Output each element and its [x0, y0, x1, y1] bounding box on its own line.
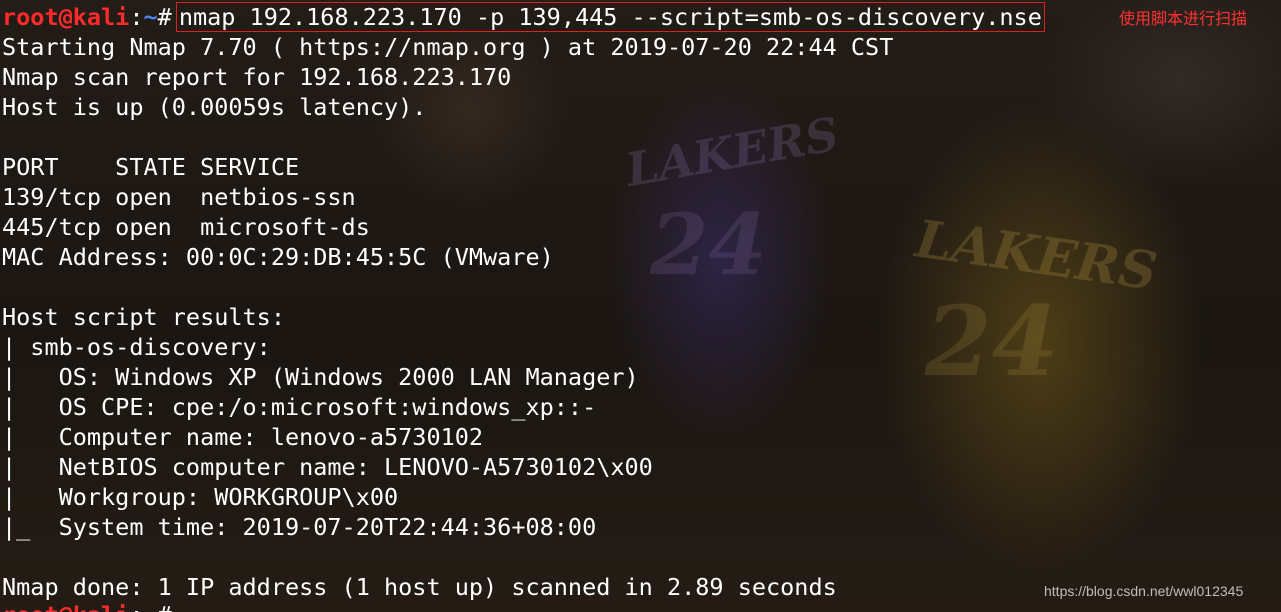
- output-line: | NetBIOS computer name: LENOVO-A5730102…: [2, 453, 653, 481]
- output-line: 445/tcp open microsoft-ds: [2, 213, 370, 241]
- output-line: | Workgroup: WORKGROUP\x00: [2, 483, 399, 511]
- terminal-window[interactable]: LAKERS 24 LAKERS 24 root@kali:~# nmap 192…: [0, 0, 1281, 612]
- output-line: Host is up (0.00059s latency).: [2, 93, 427, 121]
- prompt-colon: :: [129, 601, 143, 612]
- command-text[interactable]: nmap 192.168.223.170 -p 139,445 --script…: [175, 2, 1045, 32]
- output-line: |_ System time: 2019-07-20T22:44:36+08:0…: [2, 513, 597, 541]
- terminal-output: root@kali:~# nmap 192.168.223.170 -p 139,…: [2, 2, 1045, 602]
- prompt-path: ~: [144, 601, 158, 612]
- prompt-hash: #: [157, 3, 172, 31]
- output-line: | OS CPE: cpe:/o:microsoft:windows_xp::-: [2, 393, 597, 421]
- output-line: 139/tcp open netbios-ssn: [2, 183, 356, 211]
- prompt-user: root@kali: [2, 3, 130, 31]
- output-line: Host script results:: [2, 303, 285, 331]
- output-line: Nmap done: 1 IP address (1 host up) scan…: [2, 573, 837, 601]
- output-line: | smb-os-discovery:: [2, 333, 271, 361]
- output-line: PORT STATE SERVICE: [2, 153, 300, 181]
- output-line: Nmap scan report for 192.168.223.170: [2, 63, 512, 91]
- prompt-user: root@kali: [2, 601, 129, 612]
- prompt-hash: #: [158, 601, 172, 612]
- output-line: | OS: Windows XP (Windows 2000 LAN Manag…: [2, 363, 639, 391]
- output-line: Starting Nmap 7.70 ( https://nmap.org ) …: [2, 33, 894, 61]
- output-line: | Computer name: lenovo-a5730102: [2, 423, 484, 451]
- prompt-path: ~: [143, 3, 158, 31]
- prompt-colon: :: [129, 3, 144, 31]
- watermark-url: https://blog.csdn.net/wwl012345: [1044, 583, 1244, 599]
- annotation-label: 使用脚本进行扫描: [1119, 9, 1248, 28]
- command-line: root@kali:~# nmap 192.168.223.170 -p 139,…: [2, 2, 1045, 32]
- output-line: MAC Address: 00:0C:29:DB:45:5C (VMware): [2, 243, 554, 271]
- next-prompt-line: root@kali:~#: [2, 600, 172, 612]
